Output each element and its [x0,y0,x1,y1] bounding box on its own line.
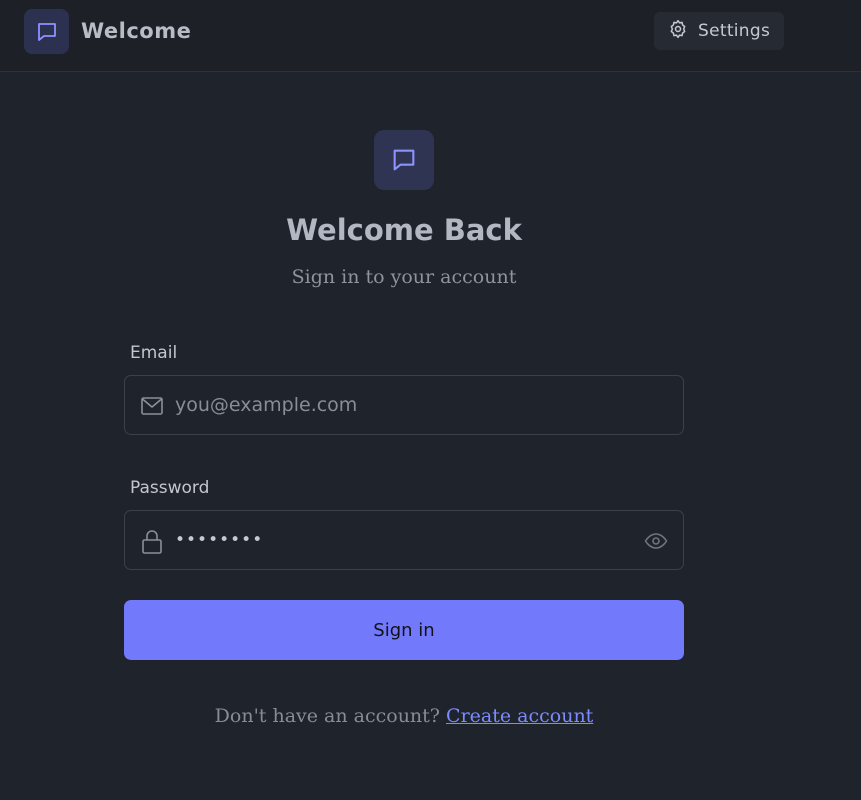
create-account-link[interactable]: Create account [446,705,593,727]
settings-label: Settings [698,21,771,41]
mail-icon [140,394,164,422]
page-title: Welcome Back [286,213,522,247]
top-bar: Welcome Settings [0,0,861,72]
settings-button[interactable]: Settings [654,12,784,50]
chat-icon [374,130,434,190]
page-subtitle: Sign in to your account [291,266,517,288]
sign-in-button[interactable]: Sign in [124,600,684,660]
password-label: Password [130,478,210,498]
password-field-container: •••••••• [124,510,684,570]
eye-icon[interactable] [644,529,668,557]
signup-prompt-text: Don't have an account? [214,705,440,727]
email-field-container [124,375,684,435]
chat-icon [24,9,69,54]
signup-prompt: Don't have an account? Create account [0,705,808,727]
email-input[interactable] [175,390,645,420]
email-label: Email [130,343,178,363]
password-input[interactable]: •••••••• [175,530,263,550]
app-title: Welcome [81,19,192,43]
lock-icon [140,529,164,559]
gear-icon [668,19,688,43]
